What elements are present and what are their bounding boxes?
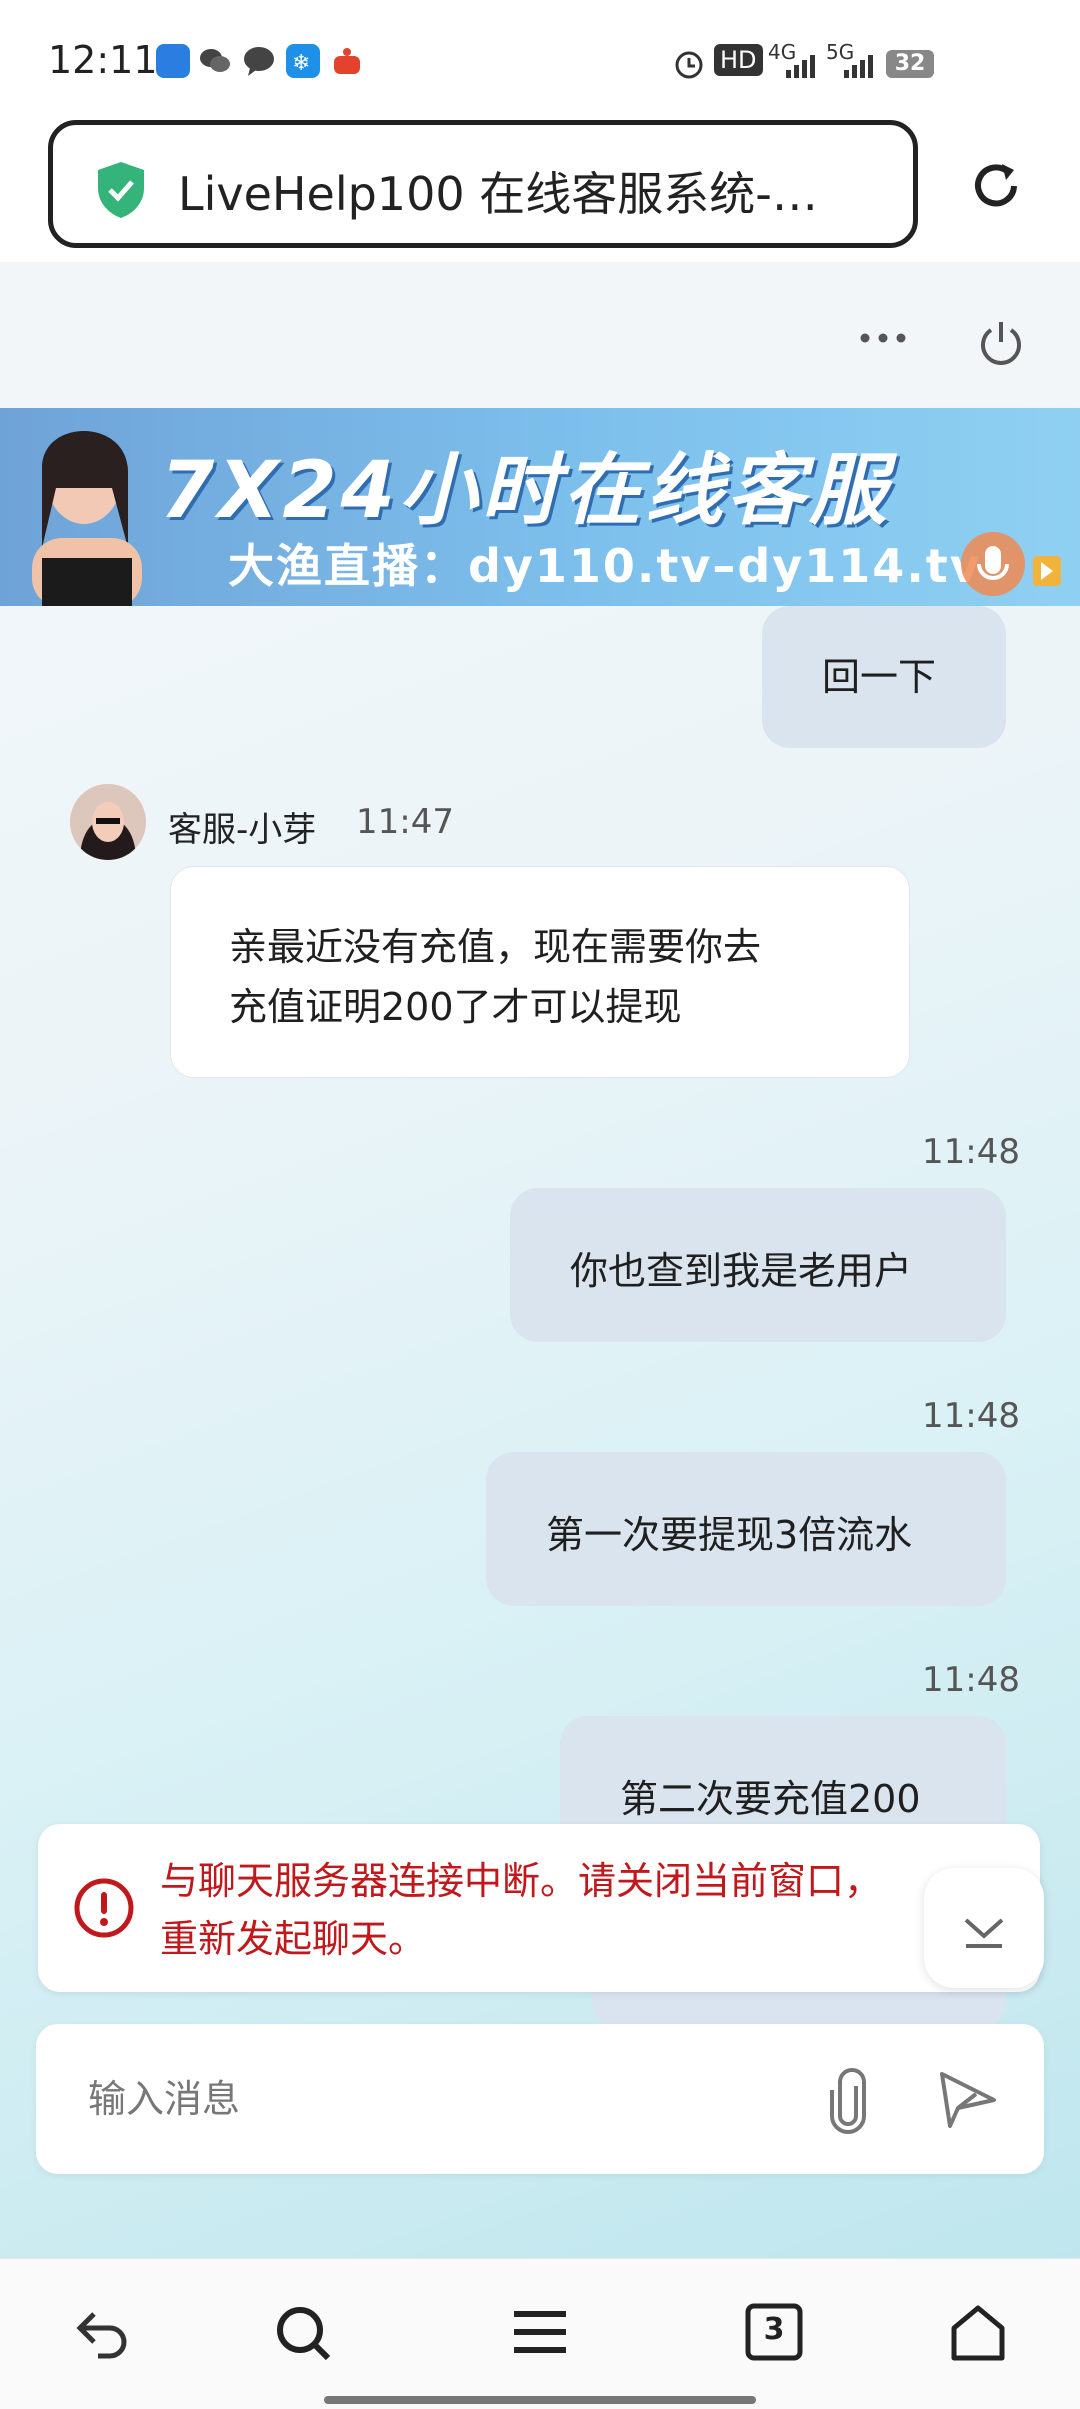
message-timestamp: 11:48	[922, 1396, 1020, 1436]
red-app-icon	[330, 44, 364, 78]
message-timestamp: 11:48	[922, 1132, 1020, 1172]
message-text-line1: 亲最近没有充值，现在需要你去	[229, 925, 762, 969]
app-icon-blue	[156, 44, 190, 78]
paperclip-icon[interactable]	[822, 2066, 876, 2136]
alert-icon	[72, 1876, 136, 1940]
shield-check-icon	[94, 160, 148, 220]
status-time: 12:11	[48, 38, 158, 82]
network-hd-badge: HD	[714, 44, 763, 76]
message-input[interactable]	[86, 2060, 750, 2138]
message-text: 第一次要提现3倍流水	[546, 1513, 913, 1557]
message-icon	[242, 44, 276, 78]
more-dots-icon[interactable]	[858, 328, 908, 348]
wechat-icon	[198, 44, 232, 78]
microphone-icon	[955, 520, 1065, 600]
message-timestamp: 11:47	[356, 802, 454, 842]
reload-icon[interactable]	[966, 156, 1026, 216]
signal-4g-icon	[786, 52, 822, 82]
send-icon[interactable]	[936, 2066, 1000, 2130]
banner-subtitle: 大渔直播：dy110.tv–dy114.tv	[228, 539, 982, 593]
back-icon[interactable]	[70, 2300, 134, 2364]
chat-header	[0, 262, 1080, 408]
alert-line2: 重新发起聊天。	[160, 1917, 427, 1961]
message-text: 第二次要充值200	[620, 1777, 921, 1821]
agent-name: 客服-小芽	[168, 810, 317, 850]
message-text-line2: 充值证明200了才可以提现	[229, 985, 682, 1029]
my-message-bubble: 你也查到我是老用户	[510, 1188, 1006, 1342]
my-message-bubble: 回一下	[762, 606, 1006, 748]
gesture-bar	[324, 2396, 756, 2404]
agent-message-bubble: 亲最近没有充值，现在需要你去 充值证明200了才可以提现	[170, 866, 910, 1078]
battery-indicator: 32	[886, 50, 934, 78]
message-text: 回一下	[822, 655, 937, 699]
banner-person-image	[12, 408, 162, 608]
scroll-to-bottom-button[interactable]	[924, 1868, 1044, 1988]
snowflake-app-icon: ❄	[286, 44, 320, 78]
menu-icon[interactable]	[508, 2300, 572, 2364]
avatar	[70, 784, 146, 860]
alert-message: 与聊天服务器连接中断。请关闭当前窗口， 重新发起聊天。	[160, 1852, 920, 1968]
svg-text:❄: ❄	[292, 51, 310, 76]
message-timestamp: 11:48	[922, 1660, 1020, 1700]
tab-count: 3	[763, 2312, 785, 2347]
banner-title: 7X24小时在线客服	[160, 446, 891, 536]
signal-5g-icon	[844, 52, 880, 82]
search-icon[interactable]	[272, 2300, 336, 2364]
page-title[interactable]: LiveHelp100 在线客服系统-…	[178, 158, 878, 224]
home-icon[interactable]	[946, 2300, 1010, 2364]
alarm-icon	[672, 46, 706, 80]
alert-line1: 与聊天服务器连接中断。请关闭当前窗口，	[160, 1859, 883, 1903]
my-message-bubble: 第一次要提现3倍流水	[486, 1452, 1006, 1606]
tabs-icon[interactable]: 3	[742, 2300, 806, 2364]
power-icon[interactable]	[976, 318, 1026, 368]
message-text: 你也查到我是老用户	[570, 1249, 913, 1293]
